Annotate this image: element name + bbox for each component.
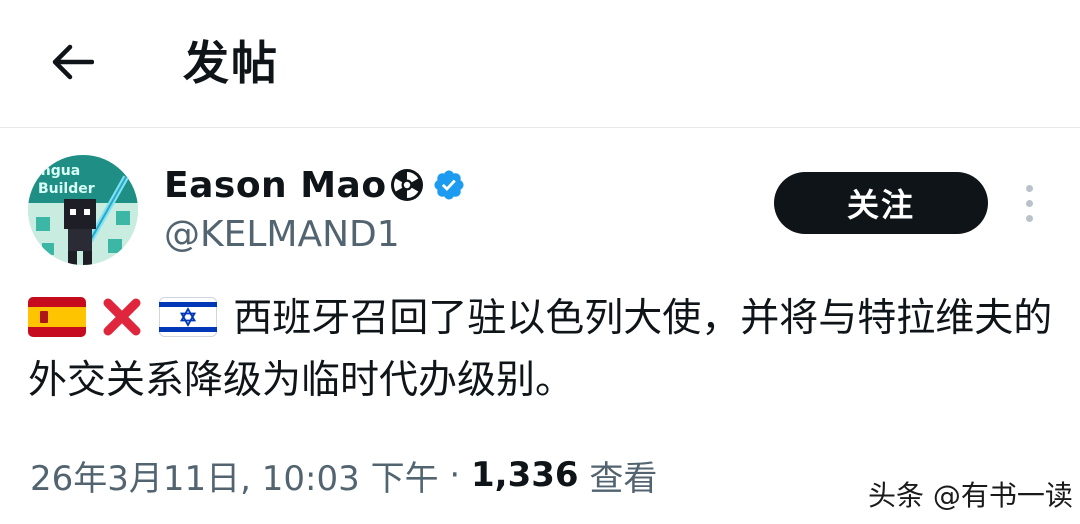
svg-text:Builder: Builder (38, 181, 95, 197)
meta-separator: · (438, 455, 472, 495)
more-dots-icon (1025, 184, 1033, 192)
red-cross-icon (102, 297, 142, 337)
tweet-meta: 26年3月11日, 10:03 下午 · 1,336 查看 (30, 448, 657, 502)
user-handle[interactable]: @KELMAND1 (164, 212, 400, 258)
arrow-left-icon (52, 44, 94, 80)
display-name[interactable]: Eason Mao (164, 165, 387, 206)
israel-flag-icon (158, 297, 217, 337)
follow-button[interactable]: 关注 (774, 172, 988, 234)
tweet-body: 西班牙召回了驻以色列大使，并将与特拉维夫的外交关系降级为临时代办级别。 (28, 288, 1058, 412)
back-button[interactable] (44, 36, 100, 88)
tweet-timestamp[interactable]: 26年3月11日, 10:03 下午 (30, 451, 439, 500)
watermark: 头条 @有书一读 (868, 479, 1073, 512)
spain-flag-icon (28, 297, 86, 337)
top-bar: 发帖 (0, 0, 1080, 128)
radioactive-icon (390, 168, 424, 202)
views-count: 1,336 (471, 455, 579, 495)
verified-badge-icon (432, 168, 466, 202)
author-name-row[interactable]: Eason Mao (164, 162, 466, 208)
views-label: 查看 (578, 458, 658, 499)
avatar[interactable]: ingua Builder (28, 155, 138, 265)
page-title: 发帖 (183, 36, 279, 90)
svg-text:ingua: ingua (36, 163, 80, 179)
more-options-button[interactable] (1014, 180, 1044, 226)
